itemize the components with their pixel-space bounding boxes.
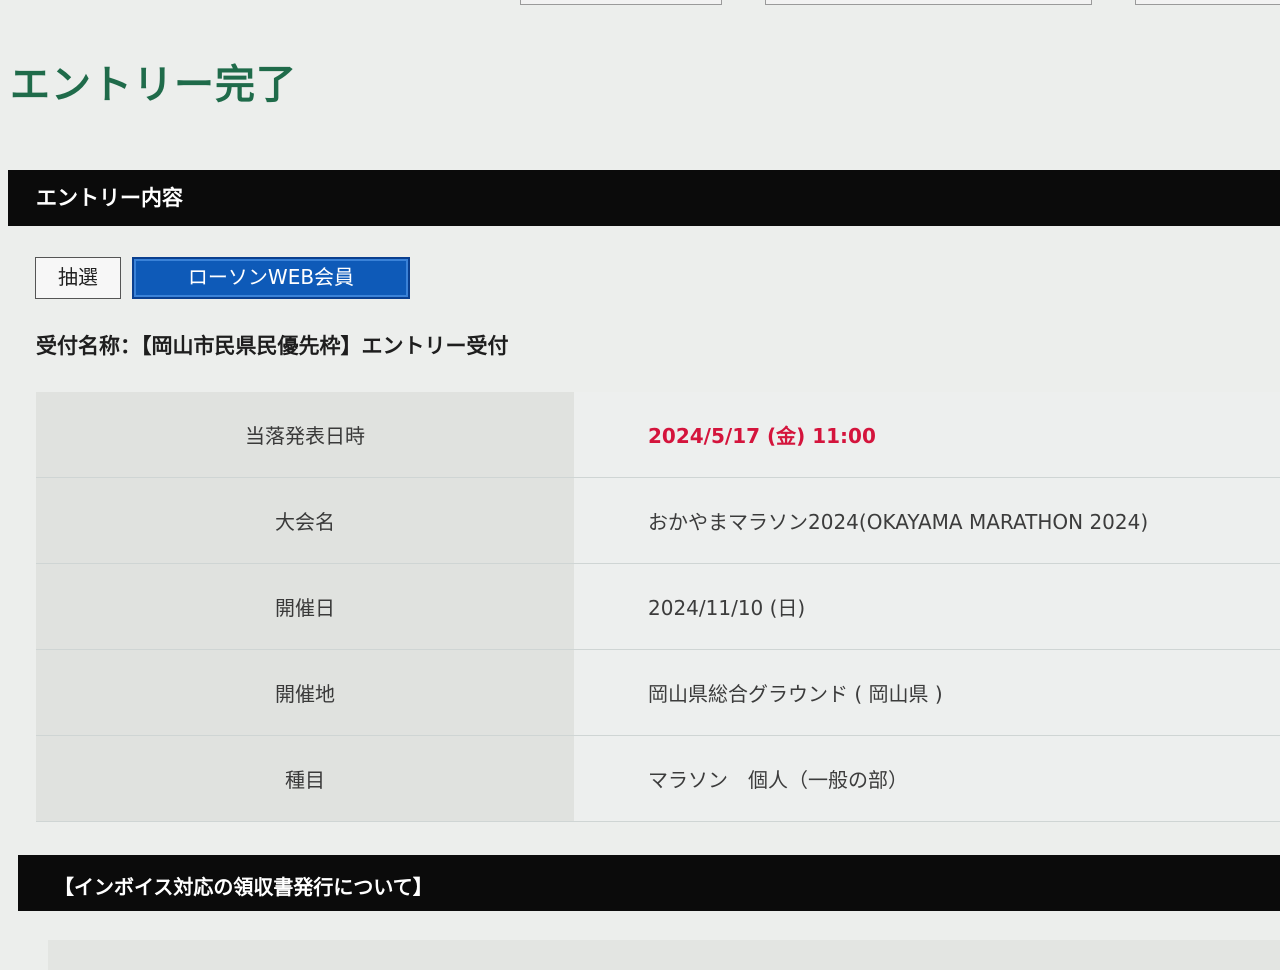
lottery-button[interactable]: 抽選 <box>35 257 121 299</box>
entry-section-heading: エントリー内容 <box>36 186 183 210</box>
row-label: 大会名 <box>36 477 574 564</box>
row-label: 当落発表日時 <box>36 392 574 478</box>
invoice-section-header: 【インボイス対応の領収書発行について】 <box>18 855 1280 911</box>
invoice-section-heading: 【インボイス対応の領収書発行について】 <box>54 875 433 899</box>
table-row-category: 種目 マラソン 個人（一般の部） <box>36 735 1280 822</box>
top-tab-2[interactable] <box>765 0 1092 5</box>
table-row-venue: 開催地 岡山県総合グラウンド ( 岡山県 ) <box>36 649 1280 736</box>
row-value-event-name: おかやまマラソン2024(OKAYAMA MARATHON 2024) <box>574 477 1280 564</box>
row-value-event-date: 2024/11/10 (日) <box>574 563 1280 650</box>
top-tab-1[interactable] <box>520 0 722 5</box>
row-value-venue: 岡山県総合グラウンド ( 岡山県 ) <box>574 649 1280 736</box>
entry-info-table: 当落発表日時 2024/5/17 (金) 11:00 大会名 おかやまマラソン2… <box>36 392 1280 822</box>
row-label: 開催地 <box>36 649 574 736</box>
page-title: エントリー完了 <box>10 62 297 108</box>
table-row-event-name: 大会名 おかやまマラソン2024(OKAYAMA MARATHON 2024) <box>36 477 1280 564</box>
row-value-category: マラソン 個人（一般の部） <box>574 735 1280 822</box>
row-label: 開催日 <box>36 563 574 650</box>
top-tab-3[interactable] <box>1135 0 1280 5</box>
entry-section-header: エントリー内容 <box>8 170 1280 226</box>
lawson-member-button[interactable]: ローソンWEB会員 <box>132 257 410 299</box>
row-label: 種目 <box>36 735 574 822</box>
table-row-announcement: 当落発表日時 2024/5/17 (金) 11:00 <box>36 392 1280 478</box>
row-value-announcement: 2024/5/17 (金) 11:00 <box>574 392 1280 478</box>
receipt-name: 受付名称：【岡山市民県民優先枠】エントリー受付 <box>36 334 509 358</box>
table-row-event-date: 開催日 2024/11/10 (日) <box>36 563 1280 650</box>
invoice-content-box <box>48 940 1280 970</box>
